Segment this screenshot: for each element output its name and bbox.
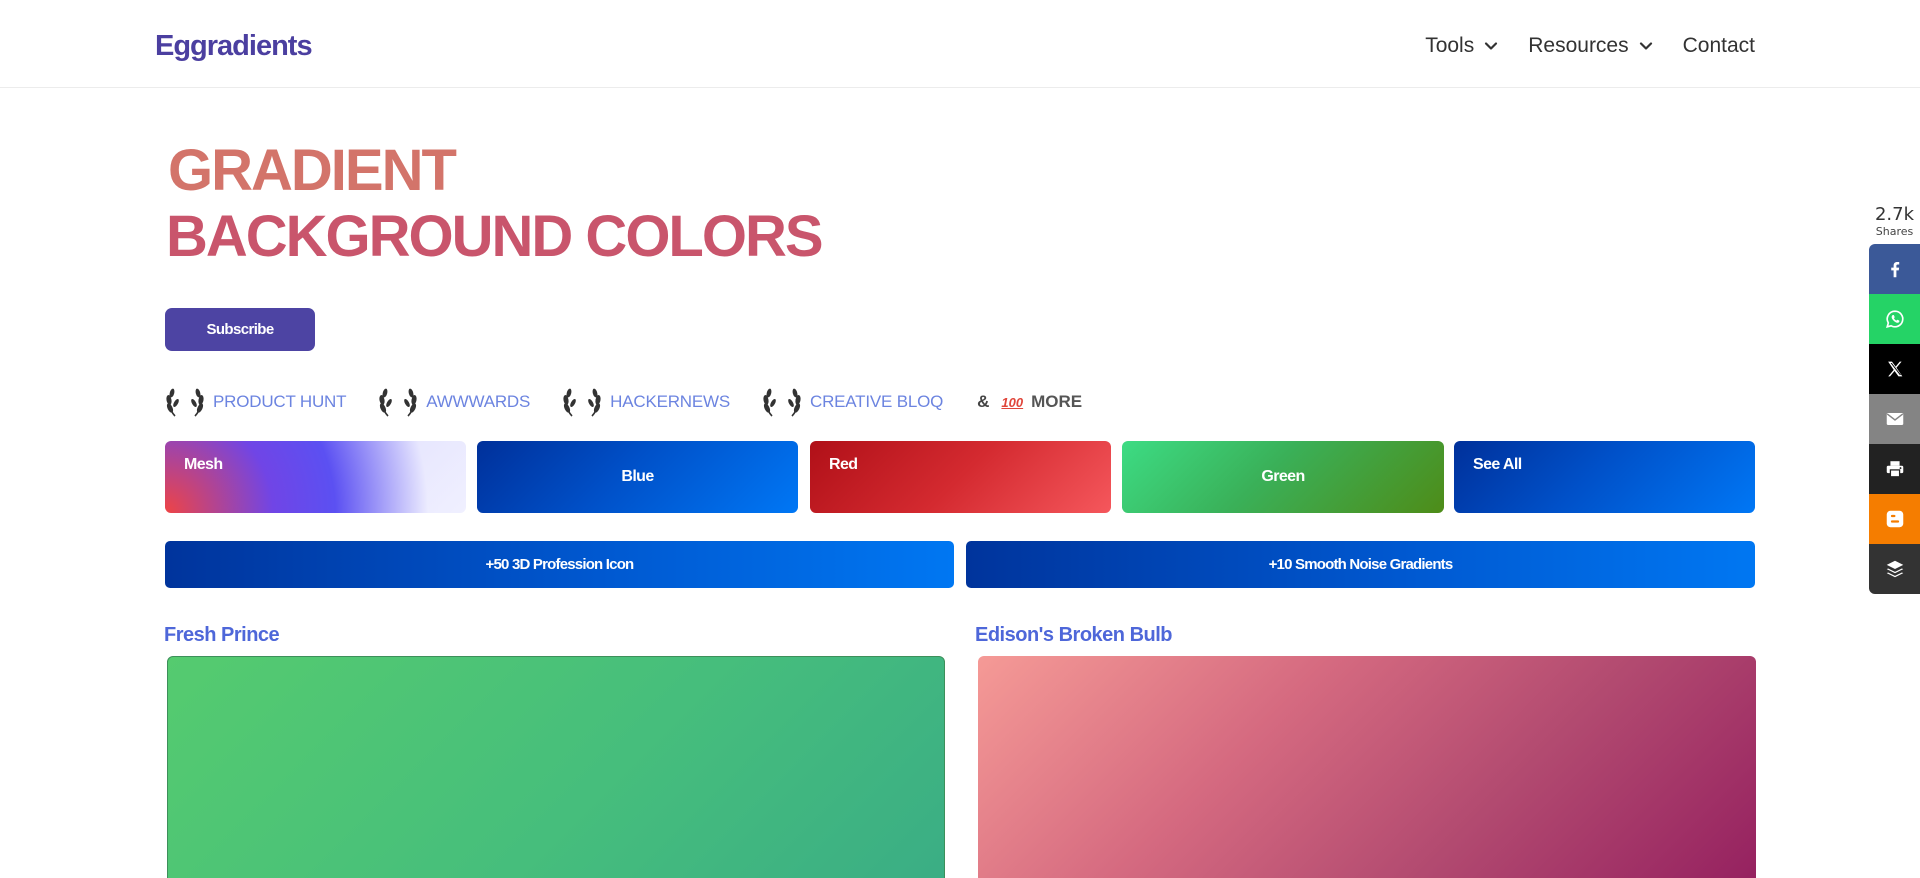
share-blogger-button[interactable]	[1869, 494, 1920, 544]
category-red[interactable]: Red	[810, 441, 1111, 513]
award-label: PRODUCT HUNT	[213, 392, 347, 411]
x-icon	[1887, 361, 1902, 377]
nav-tools[interactable]: Tools	[1425, 34, 1498, 58]
print-icon	[1886, 461, 1903, 478]
award-awwwards[interactable]: AWWWARDS	[378, 386, 530, 418]
chevron-down-icon	[1639, 42, 1652, 50]
gradient-swatch-fresh-prince[interactable]	[167, 656, 945, 878]
nav-tools-label: Tools	[1425, 34, 1475, 57]
blogger-icon	[1886, 510, 1903, 528]
category-blue[interactable]: Blue	[477, 441, 798, 513]
main-nav: Tools Resources Contact	[1395, 34, 1755, 58]
gradient-title-fresh-prince[interactable]: Fresh Prince	[164, 624, 280, 647]
category-label: Red	[829, 456, 858, 473]
award-label: AWWWARDS	[426, 392, 531, 411]
top-bar: Eggradients Tools Resources Contact	[0, 0, 1920, 88]
page-title: GRADIENT BACKGROUND COLORS	[166, 138, 824, 270]
category-label: Blue	[621, 468, 654, 485]
promo-noise-gradients-button[interactable]: +10 Smooth Noise Gradients	[966, 541, 1755, 588]
awards-row: PRODUCT HUNT AWWWARDS HACKERNEWS CREATIV…	[165, 387, 1082, 417]
buffer-icon	[1886, 560, 1903, 578]
more-label: MORE	[1031, 392, 1083, 411]
nav-resources-label: Resources	[1528, 34, 1629, 57]
share-sidebar: 2.7k Shares	[1869, 205, 1920, 594]
share-print-button[interactable]	[1869, 444, 1920, 494]
category-label: See All	[1473, 456, 1522, 473]
laurel-icon	[762, 386, 802, 418]
share-facebook-button[interactable]	[1869, 244, 1920, 294]
nav-contact-label: Contact	[1682, 34, 1755, 57]
facebook-icon	[1890, 261, 1899, 278]
share-count-number: 2.7k	[1874, 204, 1915, 225]
more-ampersand: &	[977, 392, 990, 411]
category-label: Green	[1261, 468, 1305, 485]
nav-resources[interactable]: Resources	[1528, 34, 1652, 58]
laurel-icon	[378, 386, 418, 418]
share-whatsapp-button[interactable]	[1869, 294, 1920, 344]
award-product-hunt[interactable]: PRODUCT HUNT	[165, 386, 346, 418]
share-buffer-button[interactable]	[1869, 544, 1920, 594]
share-count: 2.7k Shares	[1869, 204, 1920, 239]
hundred-emoji-icon: 100	[1001, 394, 1024, 410]
chevron-down-icon	[1485, 42, 1498, 50]
page-title-line2: BACKGROUND COLORS	[166, 204, 824, 269]
award-hackernews[interactable]: HACKERNEWS	[562, 386, 730, 418]
share-count-label: Shares	[1875, 225, 1914, 238]
category-see-all[interactable]: See All	[1454, 441, 1755, 513]
nav-contact[interactable]: Contact	[1683, 34, 1755, 58]
page-title-line1: GRADIENT	[168, 138, 457, 203]
email-icon	[1886, 413, 1903, 425]
category-mesh[interactable]: Mesh	[165, 441, 466, 513]
award-label: HACKERNEWS	[610, 392, 731, 411]
laurel-icon	[165, 386, 205, 418]
category-label: Mesh	[184, 456, 223, 473]
category-green[interactable]: Green	[1122, 441, 1444, 513]
promo-3d-icons-button[interactable]: +50 3D Profession Icon	[165, 541, 954, 588]
award-label: CREATIVE BLOQ	[810, 392, 944, 411]
site-logo[interactable]: Eggradients	[155, 30, 313, 63]
share-email-button[interactable]	[1869, 394, 1920, 444]
whatsapp-icon	[1885, 310, 1904, 328]
award-creative-bloq[interactable]: CREATIVE BLOQ	[762, 386, 943, 418]
awards-more: & 100 MORE	[977, 392, 1082, 412]
gradient-title-edisons-broken-bulb[interactable]: Edison's Broken Bulb	[975, 624, 1173, 647]
share-x-button[interactable]	[1869, 344, 1920, 394]
laurel-icon	[562, 386, 602, 418]
gradient-swatch-edisons-broken-bulb[interactable]	[978, 656, 1756, 878]
subscribe-button[interactable]: Subscribe	[165, 308, 315, 351]
